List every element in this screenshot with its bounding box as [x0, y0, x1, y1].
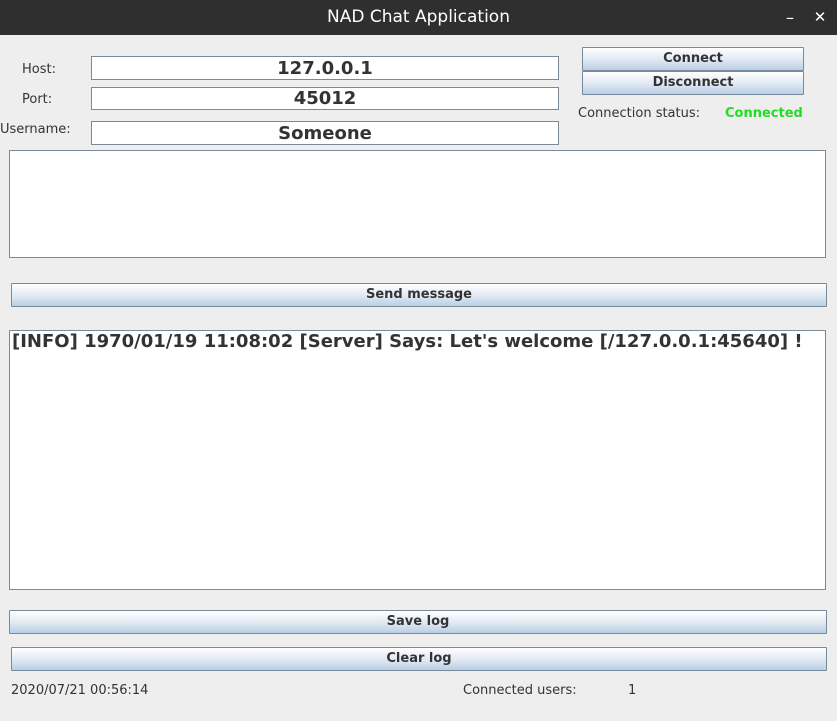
connection-status-label: Connection status:	[578, 106, 701, 121]
send-message-button[interactable]: Send message	[11, 283, 827, 307]
host-label: Host:	[22, 62, 56, 77]
username-input[interactable]	[91, 121, 559, 145]
close-icon[interactable]: ✕	[805, 0, 835, 35]
connected-users-count: 1	[628, 683, 637, 698]
host-input[interactable]	[91, 56, 559, 80]
clock-timestamp: 2020/07/21 00:56:14	[11, 683, 149, 698]
minimize-icon[interactable]: –	[775, 0, 805, 35]
window-title: NAD Chat Application	[327, 7, 510, 27]
message-input[interactable]	[9, 150, 826, 258]
title-bar: NAD Chat Application – ✕	[0, 0, 837, 35]
log-line: [INFO] 1970/01/19 11:08:02 [Server] Says…	[12, 331, 803, 352]
connection-status-value: Connected	[725, 106, 803, 121]
save-log-button[interactable]: Save log	[9, 610, 827, 634]
chat-log[interactable]: [INFO] 1970/01/19 11:08:02 [Server] Says…	[9, 330, 826, 590]
clear-log-button[interactable]: Clear log	[11, 647, 827, 671]
port-label: Port:	[22, 92, 53, 107]
port-input[interactable]	[91, 87, 559, 110]
username-label: Username:	[0, 122, 71, 137]
disconnect-button[interactable]: Disconnect	[582, 71, 804, 95]
connect-button[interactable]: Connect	[582, 47, 804, 71]
connected-users-label: Connected users:	[463, 683, 577, 698]
